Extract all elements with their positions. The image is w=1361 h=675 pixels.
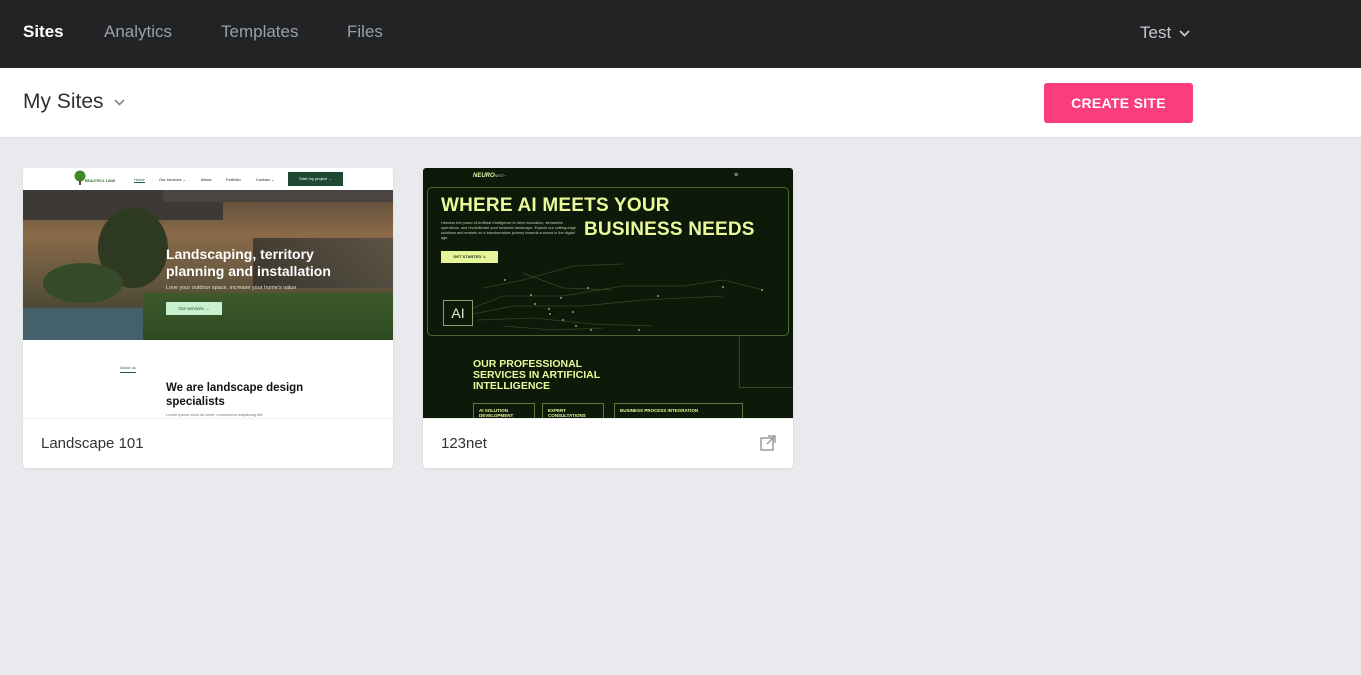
preview-logo-suffix: NEXT~ bbox=[494, 174, 507, 178]
preview-about-headline: We are landscape design specialists bbox=[166, 382, 304, 408]
preview-services-heading: OUR PROFESSIONAL SERVICES IN ARTIFICIAL … bbox=[473, 358, 600, 392]
my-sites-dropdown[interactable]: My Sites bbox=[23, 90, 125, 114]
site-name[interactable]: Landscape 101 bbox=[41, 435, 144, 452]
preview-nav-item: Home bbox=[134, 177, 145, 183]
preview-nav-item: Contact ⌄ bbox=[256, 177, 275, 182]
external-link-icon[interactable] bbox=[760, 435, 776, 451]
preview-service-box: EXPERT CONSULTATIONS bbox=[542, 403, 604, 418]
nav-tab-analytics[interactable]: Analytics bbox=[104, 22, 172, 42]
preview-pool-shape bbox=[23, 308, 153, 340]
preview-headline-line2: BUSINESS NEEDS bbox=[584, 219, 755, 240]
preview-cta: Start my project → bbox=[288, 172, 343, 186]
preview-logo: NEURONEXT~ bbox=[473, 173, 506, 179]
user-name: Test bbox=[1140, 23, 1172, 42]
preview-headline: Landscaping, territory planning and inst… bbox=[166, 246, 331, 279]
site-preview-thumbnail[interactable]: NEURONEXT~ ≡ WHERE AI MEETS YOUR BUSINES… bbox=[423, 168, 793, 418]
chevron-down-icon bbox=[1179, 29, 1190, 37]
ai-chip-icon: AI bbox=[443, 300, 473, 326]
page-title: My Sites bbox=[23, 90, 104, 113]
page-header: My Sites CREATE SITE bbox=[0, 68, 1361, 138]
preview-headline-line1: WHERE AI MEETS YOUR bbox=[441, 195, 670, 216]
nav-tab-templates[interactable]: Templates bbox=[221, 22, 298, 42]
nav-tab-files[interactable]: Files bbox=[347, 22, 383, 42]
preview-nav: BEAUTIFUL LAND Home Our services ⌄ About… bbox=[23, 168, 393, 190]
preview-about-text: Lorem ipsum dolor sit amet, consectetur … bbox=[166, 412, 264, 417]
nav-tab-sites[interactable]: Sites bbox=[23, 22, 64, 42]
preview-service-box: BUSINESS PROCESS INTEGRATION bbox=[614, 403, 743, 418]
preview-decor-line bbox=[739, 336, 793, 388]
preview-about-tag: About us bbox=[120, 365, 136, 373]
preview-paragraph: Harness the power of Artificial Intellig… bbox=[441, 221, 576, 240]
preview-subline: Love your outdoor space, increase your h… bbox=[166, 285, 297, 291]
preview-hedge-shape bbox=[43, 263, 123, 303]
user-menu[interactable]: Test bbox=[1140, 23, 1190, 43]
chevron-down-icon bbox=[113, 98, 125, 106]
preview-logo-text: BEAUTIFUL LAND bbox=[85, 179, 116, 183]
preview-button: GET STARTED ↘ bbox=[441, 251, 498, 263]
preview-lawn-shape bbox=[143, 293, 393, 340]
tree-logo-icon bbox=[74, 170, 86, 185]
site-card-landscape-101[interactable]: BEAUTIFUL LAND Home Our services ⌄ About… bbox=[23, 168, 393, 468]
hamburger-menu-icon: ≡ bbox=[734, 172, 739, 179]
preview-nav-item: About bbox=[201, 177, 212, 182]
site-card-123net[interactable]: NEURONEXT~ ≡ WHERE AI MEETS YOUR BUSINES… bbox=[423, 168, 793, 468]
site-preview-thumbnail[interactable]: BEAUTIFUL LAND Home Our services ⌄ About… bbox=[23, 168, 393, 418]
preview-button: Our services → bbox=[166, 302, 222, 315]
preview-logo-text: NEURO bbox=[473, 173, 495, 179]
site-card-footer: Landscape 101 bbox=[23, 418, 393, 468]
create-site-button[interactable]: CREATE SITE bbox=[1044, 83, 1193, 123]
site-card-footer: 123net bbox=[423, 418, 793, 468]
site-name[interactable]: 123net bbox=[441, 435, 487, 452]
preview-nav-item: Portfolio bbox=[226, 177, 241, 182]
preview-service-box: AI SOLUTION DEVELOPMENT bbox=[473, 403, 535, 418]
preview-nav-item: Our services ⌄ bbox=[159, 177, 186, 182]
top-nav: Sites Analytics Templates Files Test bbox=[0, 0, 1361, 68]
preview-building-shape bbox=[163, 190, 393, 202]
